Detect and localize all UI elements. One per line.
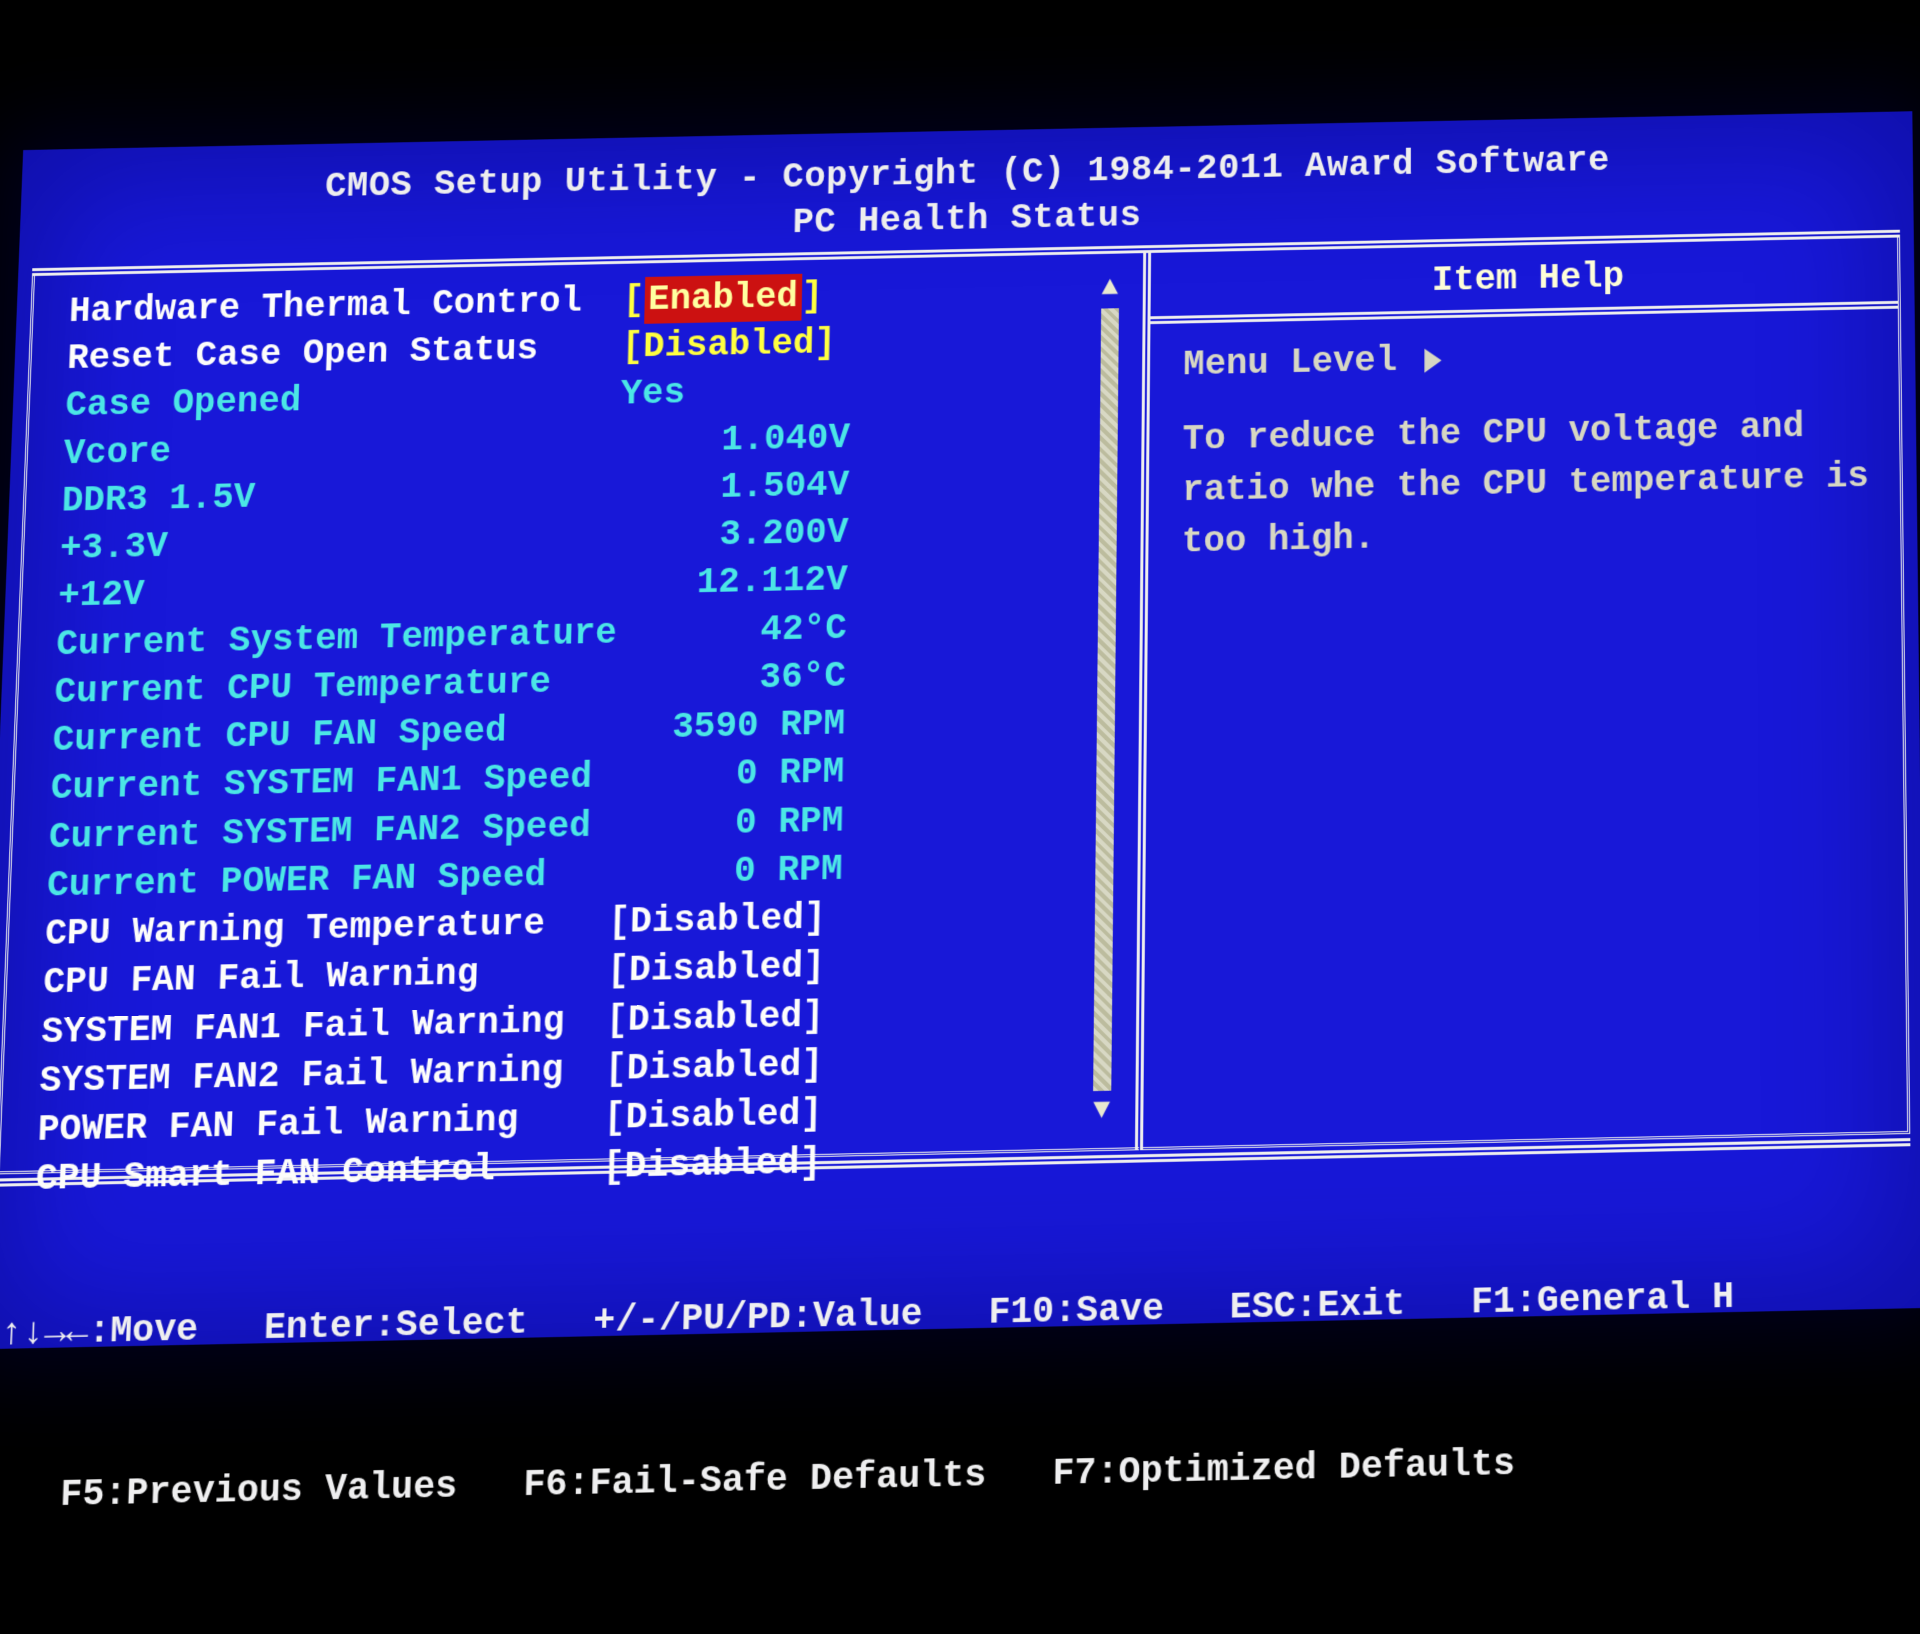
help-title: Item Help [1184,252,1872,306]
setting-value: 0 RPM [609,845,871,899]
setting-value[interactable]: [Disabled] [603,1089,867,1144]
setting-value: 42°C [615,604,875,657]
setting-value: 3.200V [617,509,877,562]
footer-line-1: ↑↓→←:Move Enter:Select +/-/PU/PD:Value F… [0,1268,1902,1362]
footer-line-2: F5:Previous Values F6:Fail-Safe Defaults… [0,1429,1904,1524]
help-panel: Item Help Menu Level ▶ To reduce the CPU… [1143,237,1911,1150]
setting-value: 0 RPM [610,796,872,850]
help-divider [1150,301,1898,324]
setting-value[interactable]: [Disabled] [607,942,870,996]
menu-level-arrow-icon: ▶ [1424,342,1440,379]
setting-value[interactable]: [Disabled] [602,1138,866,1193]
scroll-down-icon[interactable]: ▼ [1093,1097,1110,1126]
bios-screen: CMOS Setup Utility - Copyright (C) 1984-… [0,111,1920,1349]
settings-panel: Hardware Thermal Control[Enabled]Reset C… [0,253,1147,1174]
setting-value[interactable]: [Disabled] [606,991,869,1045]
setting-value: 1.040V [619,414,878,467]
setting-value[interactable]: [Enabled] [622,272,880,324]
scroll-up-icon[interactable]: ▲ [1101,275,1118,303]
setting-value[interactable]: [Disabled] [608,893,870,947]
setting-value: 12.112V [616,556,876,609]
setting-value: 1.504V [618,461,877,514]
menu-level-label: Menu Level [1183,341,1397,386]
setting-value: 0 RPM [611,748,872,802]
setting-value: 36°C [614,652,875,705]
setting-value: 3590 RPM [612,700,873,754]
footer-hints: ↑↓→←:Move Enter:Select +/-/PU/PD:Value F… [0,1152,1920,1634]
setting-value[interactable]: [Disabled] [604,1040,867,1095]
setting-value: Yes [620,366,879,419]
setting-value[interactable]: [Disabled] [621,319,879,371]
scroll-thumb[interactable] [1093,308,1119,1091]
help-text: To reduce the CPU voltage and ratio whe … [1182,400,1875,569]
